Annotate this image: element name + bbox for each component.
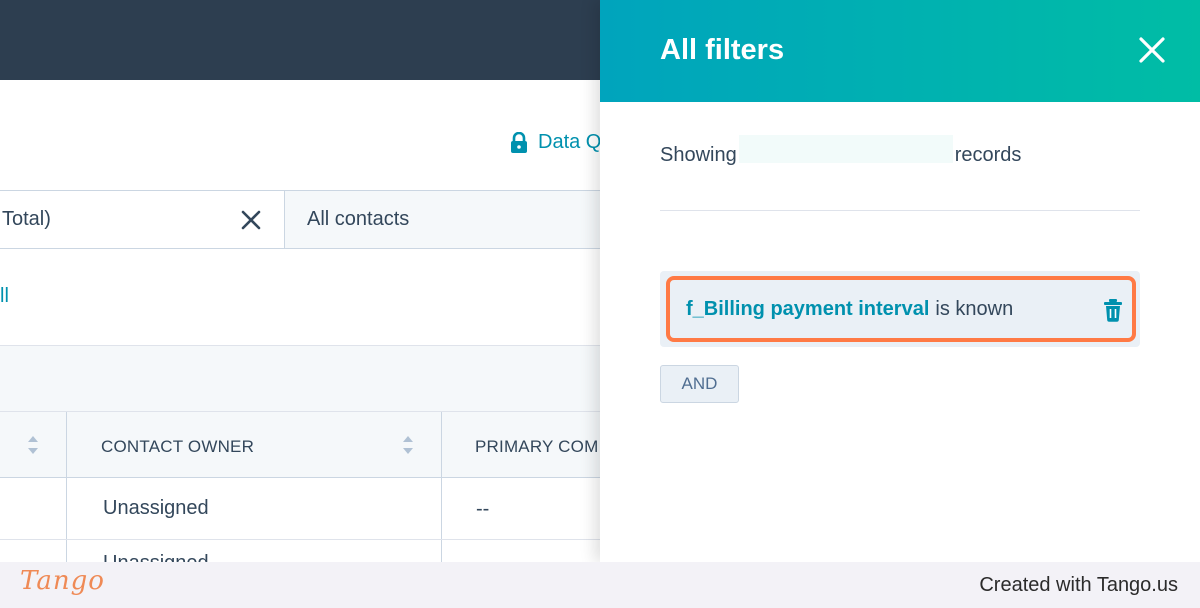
tab-all-contacts[interactable]: All contacts bbox=[284, 190, 624, 249]
column-divider bbox=[441, 412, 442, 572]
tango-logo: Tango bbox=[20, 566, 105, 596]
data-quality-label: Data Q bbox=[538, 131, 602, 153]
showing-prefix: Showing bbox=[660, 144, 737, 166]
table-row-divider bbox=[0, 539, 620, 540]
showing-suffix: records bbox=[954, 144, 1022, 166]
lock-icon bbox=[511, 131, 527, 153]
table-toolbar bbox=[0, 345, 620, 412]
table-cell-owner: Unassigned bbox=[103, 552, 209, 562]
record-count-summary: Showing records bbox=[660, 134, 1022, 167]
view-all-link[interactable]: ll bbox=[0, 285, 9, 308]
column-header-contact-owner[interactable]: CONTACT OWNER bbox=[101, 437, 254, 457]
table-cell-company: -- bbox=[476, 498, 490, 520]
sort-icon[interactable] bbox=[27, 434, 39, 456]
tab-label: Total) bbox=[2, 208, 51, 230]
panel-divider bbox=[660, 210, 1140, 211]
tab-label: All contacts bbox=[307, 208, 410, 230]
and-filter-button[interactable]: AND bbox=[660, 365, 739, 403]
panel-title: All filters bbox=[660, 34, 785, 66]
trash-icon[interactable] bbox=[1103, 298, 1123, 322]
sort-icon[interactable] bbox=[402, 434, 414, 456]
close-icon[interactable] bbox=[240, 209, 262, 231]
close-icon[interactable] bbox=[1138, 36, 1166, 64]
tango-footer: Tango Created with Tango.us bbox=[0, 562, 1200, 608]
panel-header: All filters bbox=[600, 0, 1200, 102]
tabs-divider bbox=[0, 248, 620, 249]
table-cell-owner: Unassigned bbox=[103, 497, 209, 519]
filter-item[interactable]: f_Billing payment interval is known bbox=[666, 276, 1136, 342]
tab-active-view[interactable]: Total) bbox=[0, 190, 284, 249]
filter-property: f_Billing payment interval bbox=[686, 297, 930, 320]
tango-credit: Created with Tango.us bbox=[979, 574, 1178, 596]
data-quality-link[interactable]: Data Q bbox=[510, 131, 601, 154]
column-divider bbox=[66, 412, 67, 572]
all-filters-panel: All filters Showing records f_Billing pa… bbox=[600, 0, 1200, 562]
record-count-redacted bbox=[738, 134, 953, 163]
column-header-primary-company[interactable]: PRIMARY COM bbox=[475, 437, 598, 457]
table-row-clipped: Unassigned bbox=[103, 552, 303, 562]
filter-operator: is known bbox=[935, 297, 1014, 320]
